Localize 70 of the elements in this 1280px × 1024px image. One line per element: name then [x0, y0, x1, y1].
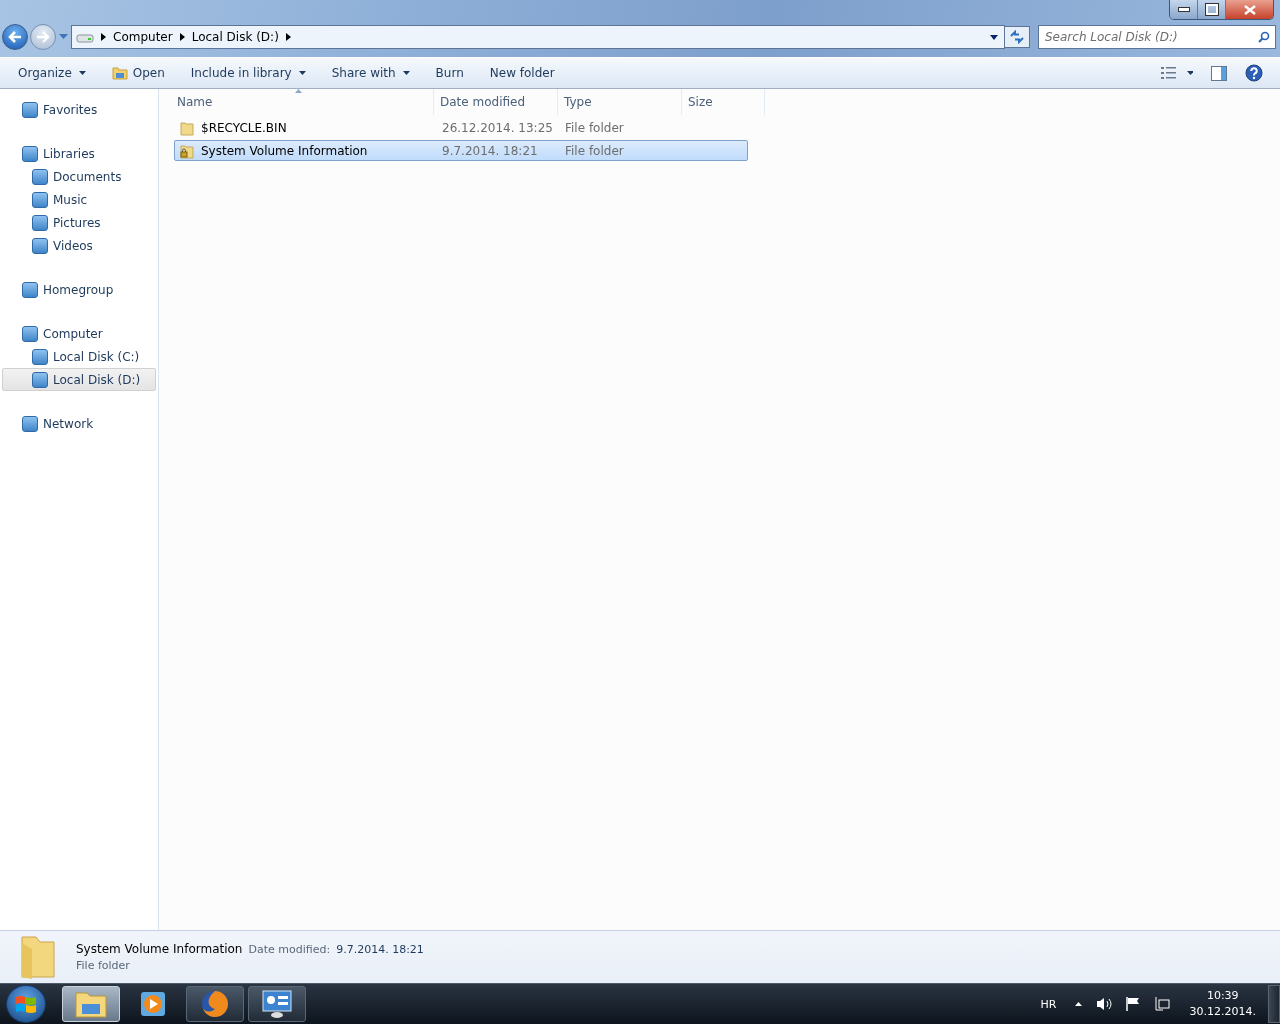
detail-value: 9.7.2014. 18:21 [336, 943, 424, 956]
folder-icon [75, 990, 107, 1018]
refresh-icon [1009, 30, 1025, 44]
globe-icon [200, 989, 230, 1019]
column-header[interactable]: Date modified [434, 89, 558, 115]
toolbar-button[interactable]: Share with [323, 62, 418, 84]
nav-item[interactable]: Homegroup [2, 278, 156, 301]
start-button[interactable] [6, 985, 46, 1023]
toolbar-button[interactable]: New folder [481, 62, 563, 84]
monitor-icon [262, 990, 292, 1018]
toolbar-button[interactable]: Burn [427, 62, 472, 84]
nav-item[interactable]: Pictures [2, 211, 156, 234]
caret-icon [298, 71, 306, 75]
show-desktop-button[interactable] [1268, 985, 1280, 1023]
column-header[interactable]: Name [174, 89, 434, 115]
back-arrow-icon [8, 31, 22, 43]
restore-button[interactable] [1198, 0, 1226, 19]
breadcrumb-arrow-icon[interactable] [179, 33, 185, 41]
help-icon [1245, 64, 1263, 82]
address-bar[interactable]: Computer Local Disk (D:) [71, 25, 1005, 49]
windows-flag-icon [15, 994, 37, 1014]
play-icon [140, 991, 166, 1017]
toolbar-button[interactable]: Include in library [182, 62, 314, 84]
folder-icon [111, 66, 128, 80]
taskbar-button[interactable] [248, 986, 306, 1022]
breadcrumb-arrow-icon[interactable] [101, 33, 106, 41]
nav-item[interactable]: Computer [2, 322, 156, 345]
nav-item[interactable]: Videos [2, 234, 156, 257]
search-icon[interactable] [1258, 31, 1270, 43]
toolbar-button[interactable]: Open [103, 62, 173, 84]
nav-item[interactable]: Local Disk (D:) [2, 368, 156, 391]
sort-arrow-icon [295, 89, 302, 93]
list-view-icon [1161, 67, 1193, 79]
breadcrumb-arrow-icon[interactable] [285, 33, 291, 41]
nav-item[interactable]: Favorites [2, 98, 156, 121]
dropdown-arrow-icon[interactable] [990, 34, 998, 40]
detail-type: File folder [76, 959, 131, 972]
column-header[interactable]: Size [682, 89, 765, 115]
show-hidden-icons-icon[interactable] [1074, 1002, 1082, 1006]
search-field[interactable]: Search Local Disk (D:) [1038, 25, 1276, 49]
close-icon [1243, 4, 1256, 15]
nav-item[interactable]: Libraries [2, 142, 156, 165]
language-indicator[interactable]: HR [1040, 997, 1057, 1011]
file-row[interactable]: System Volume Information 9.7.2014. 18:21 File folder [174, 140, 748, 161]
preview-pane-icon [1211, 65, 1227, 81]
nav-item[interactable]: Local Disk (C:) [2, 345, 156, 368]
file-row[interactable]: $RECYCLE.BIN 26.12.2014. 13:25 File folder [174, 117, 748, 138]
detail-name: System Volume Information [76, 942, 243, 956]
close-button[interactable] [1226, 0, 1273, 19]
forward-arrow-icon [36, 31, 50, 43]
drive-icon [76, 31, 94, 43]
refresh-button[interactable] [1004, 26, 1030, 48]
detail-label: Date modified: [248, 943, 331, 956]
caret-icon [78, 71, 86, 75]
folder-icon [18, 935, 58, 979]
flag-icon[interactable] [1125, 997, 1140, 1011]
back-button[interactable] [2, 24, 28, 50]
nav-item[interactable]: Documents [2, 165, 156, 188]
taskbar-button[interactable] [186, 986, 244, 1022]
minimize-button[interactable] [1170, 0, 1198, 19]
column-header[interactable]: Type [558, 89, 682, 115]
nav-item[interactable]: Network [2, 412, 156, 435]
toolbar-button[interactable]: Organize [10, 62, 94, 84]
clock[interactable]: 10:39 30.12.2014. [1189, 988, 1256, 1020]
breadcrumb-item[interactable]: Local Disk (D:) [191, 30, 279, 44]
caret-icon [402, 71, 410, 75]
forward-button[interactable] [30, 24, 56, 50]
nav-item[interactable]: Music [2, 188, 156, 211]
breadcrumb-item[interactable]: Computer [113, 30, 173, 44]
speaker-icon[interactable] [1095, 997, 1112, 1011]
